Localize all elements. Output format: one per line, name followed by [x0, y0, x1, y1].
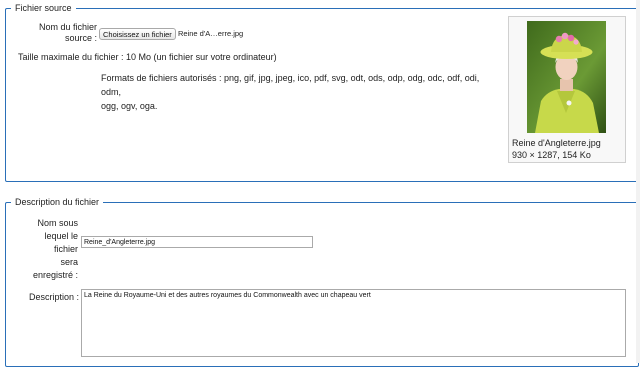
file-label: Nom du fichier source :: [20, 22, 97, 44]
formats-line-2: ogg, ogv, oga.: [101, 101, 158, 111]
preview-details: 930 × 1287, 154 Ko: [512, 150, 591, 160]
preview-filename: Reine d'Angleterre.jpg: [512, 138, 601, 148]
dest-label-line2: lequel le fichier: [44, 231, 78, 254]
preview-image[interactable]: [527, 21, 606, 133]
queen-photo-image: [527, 21, 606, 133]
chosen-file-name: Reine d'A…erre.jpg: [178, 29, 244, 38]
description-textarea[interactable]: La Reine du Royaume-Uni et des autres ro…: [81, 289, 626, 357]
dest-label-line1: Nom sous: [37, 218, 78, 228]
preview-card: Reine d'Angleterre.jpg 930 × 1287, 154 K…: [508, 16, 626, 163]
source-legend: Fichier source: [15, 3, 72, 13]
max-size-text: Taille maximale du fichier : 10 Mo (un f…: [18, 52, 277, 62]
file-label-line2: source :: [64, 33, 97, 43]
description-label: Description :: [29, 292, 80, 302]
file-label-line1: Nom du fichier: [38, 22, 97, 32]
dest-label-line3: sera: [60, 257, 78, 267]
allowed-formats: Formats de fichiers autorisés : png, gif…: [101, 71, 496, 113]
formats-line-1: Formats de fichiers autorisés : png, gif…: [101, 73, 480, 97]
destination-filename-input[interactable]: Reine_d'Angleterre.jpg: [81, 236, 313, 248]
dest-label-line4: enregistré :: [32, 270, 78, 280]
description-legend: Description du fichier: [15, 197, 100, 207]
page-scrollbar[interactable]: [636, 0, 640, 363]
choose-file-button[interactable]: Choisissez un fichier: [99, 28, 176, 40]
destination-label: Nom sous lequel le fichier sera enregist…: [20, 217, 78, 282]
